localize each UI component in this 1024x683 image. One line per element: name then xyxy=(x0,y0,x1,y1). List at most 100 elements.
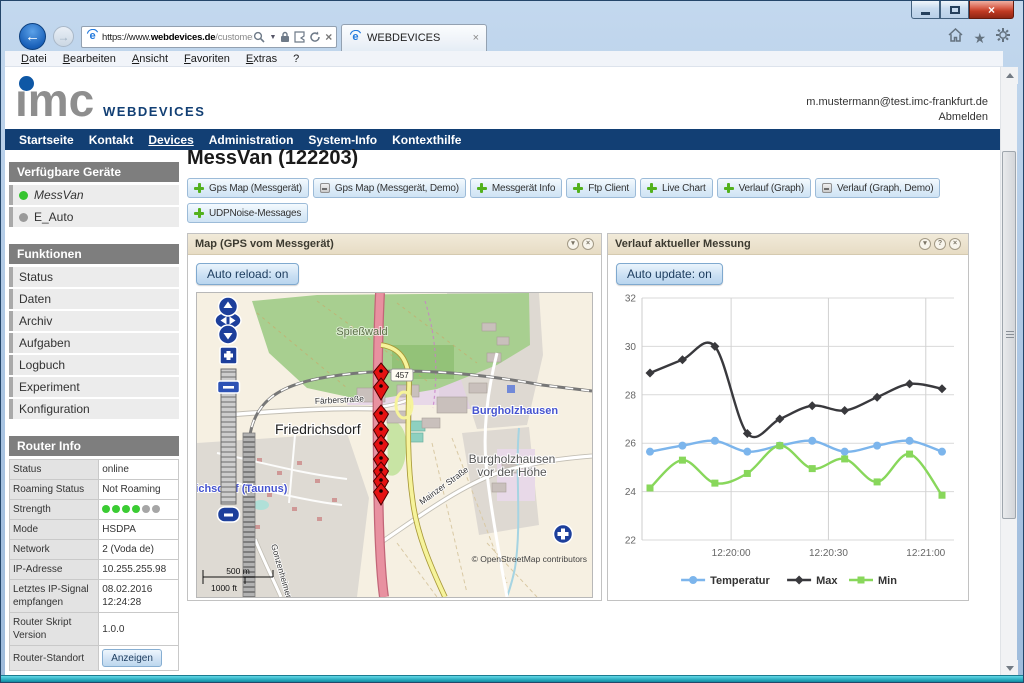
nav-item-kontakt[interactable]: Kontakt xyxy=(89,133,134,147)
menu-extras[interactable]: Extras xyxy=(238,53,285,65)
action-button-verlauf-graph[interactable]: Verlauf (Graph) xyxy=(717,178,811,198)
map-container[interactable]: 457 Spießwald Friedrichsdorf richsdorf (… xyxy=(196,292,593,598)
action-button-ftp-client[interactable]: Ftp Client xyxy=(566,178,636,198)
sidebar-item-status[interactable]: Status xyxy=(9,267,179,287)
forward-button[interactable]: → xyxy=(53,26,74,47)
menu-favoriten[interactable]: Favoriten xyxy=(176,53,238,65)
map-zoom-control[interactable] xyxy=(218,347,240,522)
chart-area: 22242628303212:20:0012:20:3012:21:00Temp… xyxy=(616,292,962,596)
router-value: 2 (Voda de) xyxy=(99,540,179,560)
imc-logo-dot xyxy=(19,76,34,91)
sidebar-item-archiv[interactable]: Archiv xyxy=(9,311,179,331)
action-button-udpnoise-messages[interactable]: UDPNoise-Messages xyxy=(187,203,308,223)
svg-text:12:21:00: 12:21:00 xyxy=(906,548,945,559)
svg-text:28: 28 xyxy=(625,390,637,401)
station-left-label: richsdorf (Taunus) xyxy=(197,483,288,495)
strength-dot-icon xyxy=(112,505,120,513)
tools-gear-icon[interactable] xyxy=(996,28,1010,47)
legend-item-temperatur[interactable]: Temperatur xyxy=(681,575,770,587)
favorites-star-icon[interactable]: ★ xyxy=(973,31,986,45)
collapse-icon xyxy=(822,183,832,193)
panel-help-icon[interactable]: ? xyxy=(934,238,946,250)
map-attribution[interactable]: © OpenStreetMap contributors xyxy=(472,554,587,564)
plus-icon xyxy=(724,183,734,193)
sidebar-item-experiment[interactable]: Experiment xyxy=(9,377,179,397)
scroll-down-icon xyxy=(1006,666,1014,671)
home-icon[interactable] xyxy=(948,28,963,47)
scroll-up-button[interactable] xyxy=(1001,67,1018,84)
router-label: Router-Standort xyxy=(10,646,99,671)
menu-bar: DateiBearbeitenAnsichtFavoritenExtras? xyxy=(5,51,1003,67)
refresh-icon[interactable] xyxy=(309,31,321,43)
toolbar-right-icons: ★ xyxy=(948,28,1010,47)
panel-collapse-icon[interactable]: ▾ xyxy=(919,238,931,250)
map-canvas[interactable]: 457 Spießwald Friedrichsdorf richsdorf (… xyxy=(197,293,592,597)
router-label: Letztes IP-Signal empfangen xyxy=(10,580,99,613)
chart-panel-title: Verlauf aktueller Messung xyxy=(615,238,751,250)
menu-ansicht[interactable]: Ansicht xyxy=(124,53,176,65)
action-button-live-chart[interactable]: Live Chart xyxy=(640,178,713,198)
svg-text:457: 457 xyxy=(395,371,409,380)
window-close-button[interactable]: × xyxy=(969,1,1014,19)
browser-tab[interactable]: e WEBDEVICES × xyxy=(341,24,487,51)
vertical-scrollbar[interactable] xyxy=(1000,67,1017,677)
window-minimize-button[interactable] xyxy=(911,1,940,19)
svg-text:30: 30 xyxy=(625,342,637,353)
nav-item-system-info[interactable]: System-Info xyxy=(308,133,377,147)
sidebar-item-aufgaben[interactable]: Aufgaben xyxy=(9,333,179,353)
logout-link[interactable]: Abmelden xyxy=(806,110,988,125)
svg-text:Max: Max xyxy=(816,575,838,587)
url-text: https://www.webdevices.de/customer/d xyxy=(102,32,253,43)
compatibility-view-icon[interactable] xyxy=(294,31,305,43)
minimize-icon xyxy=(921,12,930,15)
panel-collapse-icon[interactable]: ▾ xyxy=(567,238,579,250)
sidebar-item-daten[interactable]: Daten xyxy=(9,289,179,309)
window-maximize-button[interactable] xyxy=(940,1,969,19)
search-icon[interactable] xyxy=(253,31,265,43)
map-pan-control[interactable] xyxy=(215,297,241,344)
anzeigen-button[interactable]: Anzeigen xyxy=(102,649,162,667)
action-button-verlauf-graph-demo[interactable]: Verlauf (Graph, Demo) xyxy=(815,178,940,198)
device-item-messvan[interactable]: MessVan xyxy=(9,185,179,205)
nav-item-administration[interactable]: Administration xyxy=(209,133,294,147)
map-panel: Map (GPS vom Messgerät) ▾× Auto reload: … xyxy=(187,233,602,601)
panel-close-icon[interactable]: × xyxy=(582,238,594,250)
action-button-label: Messgerät Info xyxy=(492,183,555,194)
action-button-label: Ftp Client xyxy=(588,183,629,194)
action-button-label: Gps Map (Messgerät, Demo) xyxy=(335,183,459,194)
router-info-rows: StatusonlineRoaming StatusNot RoamingStr… xyxy=(10,460,179,671)
nav-item-kontexthilfe[interactable]: Kontexthilfe xyxy=(392,133,461,147)
address-bar[interactable]: e https://www.webdevices.de/customer/d ▼… xyxy=(81,26,337,48)
map-panel-title: Map (GPS vom Messgerät) xyxy=(195,238,334,250)
legend-item-min[interactable]: Min xyxy=(849,575,897,587)
svg-text:vor der Höhe: vor der Höhe xyxy=(477,465,547,479)
menu-datei[interactable]: Datei xyxy=(13,53,55,65)
strength-dot-icon xyxy=(102,505,110,513)
sidebar-item-konfiguration[interactable]: Konfiguration xyxy=(9,399,179,419)
scrollbar-grip-icon xyxy=(1006,331,1014,339)
menu-?[interactable]: ? xyxy=(285,53,307,65)
sidebar-item-logbuch[interactable]: Logbuch xyxy=(9,355,179,375)
action-button-gps-map-messger-t[interactable]: Gps Map (Messgerät) xyxy=(187,178,309,198)
svg-text:Min: Min xyxy=(878,575,897,587)
router-row: Router-StandortAnzeigen xyxy=(10,646,179,671)
search-dropdown-icon[interactable]: ▼ xyxy=(269,34,276,41)
nav-item-devices[interactable]: Devices xyxy=(148,133,193,147)
scrollbar-thumb[interactable] xyxy=(1002,151,1016,519)
back-button[interactable]: ← xyxy=(19,23,46,50)
nav-item-startseite[interactable]: Startseite xyxy=(19,133,74,147)
auto-update-button[interactable]: Auto update: on xyxy=(616,263,723,285)
device-item-e-auto[interactable]: E_Auto xyxy=(9,207,179,227)
stop-icon[interactable]: × xyxy=(325,31,332,43)
legend-item-max[interactable]: Max xyxy=(787,575,838,587)
panel-close-icon[interactable]: × xyxy=(949,238,961,250)
auto-reload-button[interactable]: Auto reload: on xyxy=(196,263,299,285)
router-value xyxy=(99,500,179,520)
window-bottom-edge xyxy=(1,675,1023,682)
browser-window: × ← → e https://www.webdevices.de/custom… xyxy=(0,0,1024,683)
action-button-gps-map-messger-t-demo[interactable]: Gps Map (Messgerät, Demo) xyxy=(313,178,466,198)
tab-close-icon[interactable]: × xyxy=(473,33,479,44)
menu-bearbeiten[interactable]: Bearbeiten xyxy=(55,53,124,65)
action-button-messger-t-info[interactable]: Messgerät Info xyxy=(470,178,562,198)
router-value: 1.0.0 xyxy=(99,613,179,646)
